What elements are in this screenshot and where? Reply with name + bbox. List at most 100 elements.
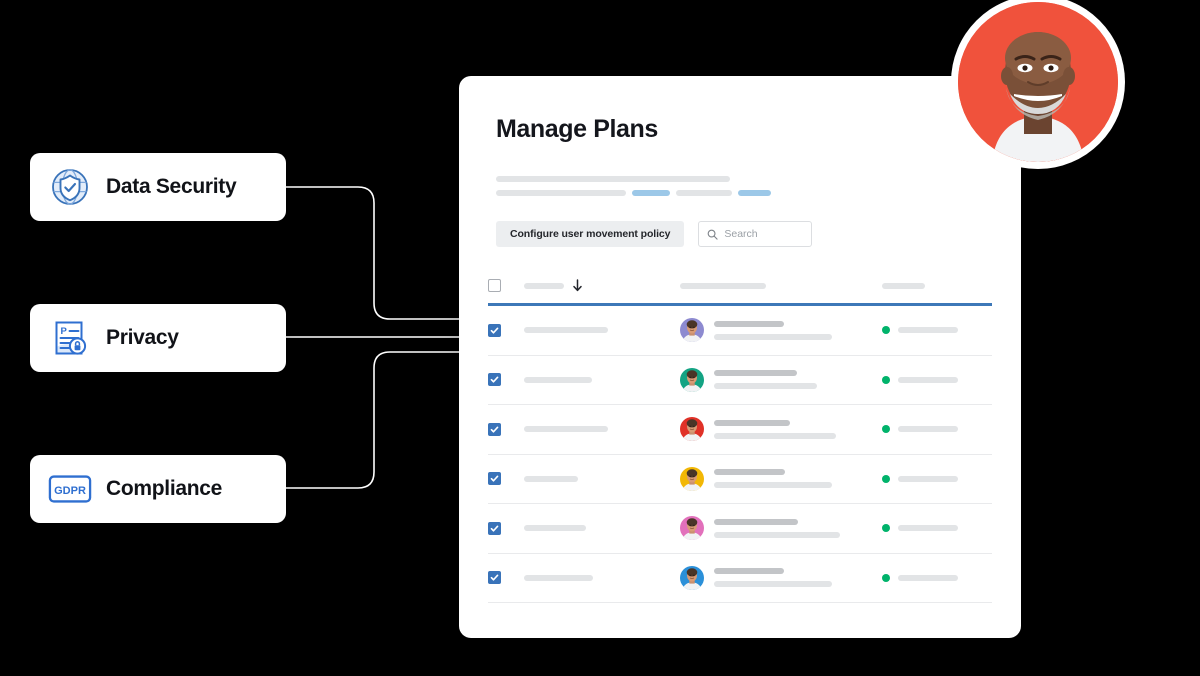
row-user-cell <box>680 367 882 392</box>
feature-label: Compliance <box>106 477 223 500</box>
plan-name-placeholder <box>524 475 578 482</box>
arrow-down-icon[interactable] <box>572 279 583 292</box>
row-select-cell[interactable] <box>488 373 524 387</box>
select-all-checkbox[interactable] <box>488 279 501 292</box>
search-input[interactable]: Search <box>698 221 813 247</box>
row-select-cell[interactable] <box>488 472 524 486</box>
avatar <box>680 565 704 590</box>
user-name-placeholder <box>714 469 785 476</box>
gdpr-badge-icon: GDPR <box>48 467 92 511</box>
row-status-cell <box>882 573 992 582</box>
user-email-placeholder <box>714 333 832 340</box>
avatar <box>680 367 704 392</box>
header-label-placeholder <box>524 282 564 289</box>
status-badge <box>882 474 890 483</box>
manage-plans-panel: Manage Plans Configure user movement pol… <box>459 76 1021 638</box>
table-header-row <box>488 268 992 306</box>
plan-name-placeholder <box>524 327 608 334</box>
table-row[interactable] <box>488 306 992 356</box>
row-user-cell <box>680 318 882 343</box>
status-badge <box>882 524 890 533</box>
user-text-placeholders <box>714 320 832 340</box>
skeleton-segment <box>632 190 670 196</box>
row-select-cell[interactable] <box>488 571 524 585</box>
table-body <box>488 306 992 603</box>
user-text-placeholders <box>714 568 832 588</box>
user-email-placeholder <box>714 432 836 439</box>
avatar <box>680 516 704 541</box>
row-status-cell <box>882 326 992 335</box>
plan-name-placeholder <box>524 525 586 532</box>
user-name-placeholder <box>714 419 790 426</box>
row-checkbox[interactable] <box>488 521 501 535</box>
table-row[interactable] <box>488 554 992 603</box>
header-column-a[interactable] <box>524 279 680 292</box>
row-plan-cell <box>524 327 680 334</box>
user-email-placeholder <box>714 581 832 588</box>
avatar <box>680 466 704 491</box>
row-select-cell[interactable] <box>488 422 524 436</box>
row-checkbox[interactable] <box>488 422 501 436</box>
user-text-placeholders <box>714 518 840 538</box>
avatar <box>680 417 704 442</box>
user-email-placeholder <box>714 531 840 538</box>
row-user-cell <box>680 565 882 590</box>
status-badge <box>882 326 890 335</box>
header-column-c[interactable] <box>882 282 992 289</box>
row-status-cell <box>882 425 992 434</box>
page-title: Manage Plans <box>496 115 658 143</box>
user-name-placeholder <box>714 518 798 525</box>
status-badge <box>882 375 890 384</box>
document-lock-icon: P <box>48 316 92 360</box>
user-text-placeholders <box>714 370 817 390</box>
row-select-cell[interactable] <box>488 521 524 535</box>
row-checkbox[interactable] <box>488 472 501 486</box>
table-row[interactable] <box>488 504 992 554</box>
row-checkbox[interactable] <box>488 571 501 585</box>
user-name-placeholder <box>714 320 784 327</box>
table-row[interactable] <box>488 405 992 455</box>
row-checkbox[interactable] <box>488 323 501 337</box>
svg-text:P: P <box>61 326 68 337</box>
illustration-stage: Data Security P Privacy GDPR Compliance … <box>0 0 1200 676</box>
plan-name-placeholder <box>524 426 608 433</box>
row-plan-cell <box>524 574 680 581</box>
select-all-cell[interactable] <box>488 279 524 292</box>
search-icon <box>708 229 719 240</box>
row-user-cell <box>680 516 882 541</box>
table-row[interactable] <box>488 455 992 504</box>
user-name-placeholder <box>714 568 784 575</box>
toolbar: Configure user movement policy Search <box>496 221 813 247</box>
gdpr-badge-text: GDPR <box>54 485 86 497</box>
user-text-placeholders <box>714 419 836 439</box>
status-label-placeholder <box>898 525 958 532</box>
feature-card-privacy[interactable]: P Privacy <box>30 304 286 372</box>
row-plan-cell <box>524 525 680 532</box>
table-row[interactable] <box>488 356 992 405</box>
skeleton-segment <box>738 190 771 196</box>
subtitle-skeleton-line-1 <box>496 176 730 182</box>
skeleton-segment <box>496 190 626 196</box>
hero-portrait-avatar <box>958 2 1118 162</box>
row-status-cell <box>882 474 992 483</box>
plan-name-placeholder <box>524 376 592 383</box>
row-select-cell[interactable] <box>488 323 524 337</box>
header-column-b[interactable] <box>680 282 882 289</box>
search-placeholder: Search <box>724 228 758 240</box>
feature-card-compliance[interactable]: GDPR Compliance <box>30 455 286 523</box>
row-status-cell <box>882 375 992 384</box>
status-label-placeholder <box>898 475 958 482</box>
row-checkbox[interactable] <box>488 373 501 387</box>
row-user-cell <box>680 417 882 442</box>
user-email-placeholder <box>714 482 832 489</box>
globe-shield-check-icon <box>48 165 92 209</box>
feature-card-data-security[interactable]: Data Security <box>30 153 286 221</box>
feature-label: Data Security <box>106 175 237 198</box>
status-badge <box>882 573 890 582</box>
plans-table <box>488 268 992 603</box>
configure-user-movement-policy-button[interactable]: Configure user movement policy <box>496 221 685 247</box>
row-user-cell <box>680 466 882 491</box>
header-label-placeholder <box>680 282 766 289</box>
user-name-placeholder <box>714 370 797 377</box>
row-plan-cell <box>524 475 680 482</box>
